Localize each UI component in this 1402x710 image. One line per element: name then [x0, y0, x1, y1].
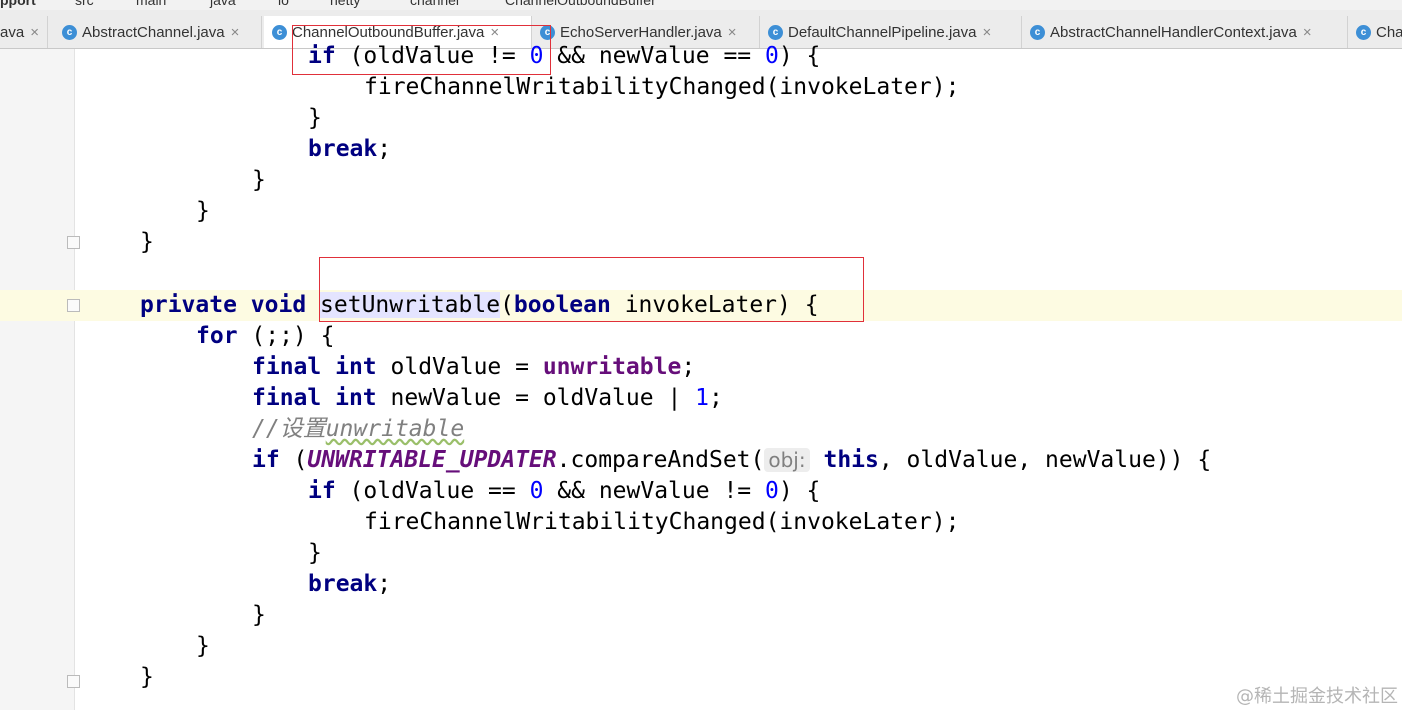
class-icon: c	[768, 24, 783, 40]
close-icon[interactable]: ×	[1303, 24, 1312, 41]
code-line: }	[308, 540, 322, 566]
code-line: for (;;) {	[196, 323, 335, 349]
code-line: fireChannelWritabilityChanged(invokeLate…	[364, 74, 960, 100]
breadcrumb-item[interactable]: channel	[410, 0, 459, 8]
watermark: @稀土掘金技术社区	[1236, 686, 1398, 707]
breadcrumb-item[interactable]: java	[210, 0, 236, 8]
code-comment: //设置unwritable	[252, 416, 465, 442]
code-line: break;	[308, 571, 392, 597]
breadcrumb-item[interactable]: src	[75, 0, 94, 8]
close-icon[interactable]: ×	[231, 24, 240, 41]
code-line: }	[196, 198, 210, 224]
class-icon: c	[272, 25, 287, 40]
class-icon: c	[1356, 24, 1371, 40]
code-line: }	[140, 229, 154, 255]
code-line: fireChannelWritabilityChanged(invokeLate…	[364, 509, 960, 535]
tab-label: Cha	[1376, 23, 1402, 41]
tab-abstractchannel[interactable]: c AbstractChannel.java ×	[54, 16, 262, 48]
code-line: }	[196, 633, 210, 659]
code-line: }	[140, 664, 154, 690]
annotation-box-method	[319, 257, 864, 322]
code-line: if (oldValue == 0 && newValue != 0) {	[308, 478, 821, 504]
navigation-bar: pport src main java io netty channel Cha…	[0, 0, 1402, 10]
tab-label: AbstractChannel.java	[82, 23, 225, 41]
parameter-hint: obj:	[764, 448, 810, 472]
tab-label: DefaultChannelPipeline.java	[788, 23, 977, 41]
class-icon: c	[62, 24, 77, 40]
code-line: }	[252, 602, 266, 628]
code-line: }	[252, 167, 266, 193]
tab-partial-cha[interactable]: c Cha	[1348, 16, 1402, 48]
code-line: final int newValue = oldValue | 1;	[252, 385, 723, 411]
code-line: if (UNWRITABLE_UPDATER.compareAndSet(obj…	[252, 447, 1212, 473]
code-line: }	[308, 105, 322, 131]
breadcrumb-item[interactable]: netty	[330, 0, 360, 8]
breadcrumb-item[interactable]: main	[136, 0, 166, 8]
editor-gutter	[0, 49, 75, 710]
close-icon[interactable]: ×	[982, 24, 991, 41]
tab-label: ava	[0, 23, 25, 41]
tab-partial-java[interactable]: ava ×	[0, 16, 48, 48]
breadcrumb-item[interactable]: pport	[0, 0, 36, 8]
fold-marker-icon[interactable]	[67, 675, 80, 688]
code-editor[interactable]: if (oldValue != 0 && newValue == 0) { fi…	[0, 43, 1402, 710]
code-line: break;	[308, 136, 392, 162]
close-icon[interactable]: ×	[30, 24, 39, 41]
fold-marker-icon[interactable]	[67, 236, 80, 249]
breadcrumb-item[interactable]: io	[278, 0, 289, 8]
breadcrumb-item[interactable]: ChannelOutboundBuffer	[505, 0, 656, 8]
close-icon[interactable]: ×	[728, 24, 737, 41]
annotation-box-tab	[292, 25, 551, 75]
tab-label: AbstractChannelHandlerContext.java	[1050, 23, 1297, 41]
tab-abstractchannelhandlercontext[interactable]: c AbstractChannelHandlerContext.java ×	[1022, 16, 1348, 48]
class-icon: c	[1030, 24, 1045, 40]
fold-marker-icon[interactable]	[67, 299, 80, 312]
code-line: final int oldValue = unwritable;	[252, 354, 696, 380]
tab-label: EchoServerHandler.java	[560, 23, 722, 41]
